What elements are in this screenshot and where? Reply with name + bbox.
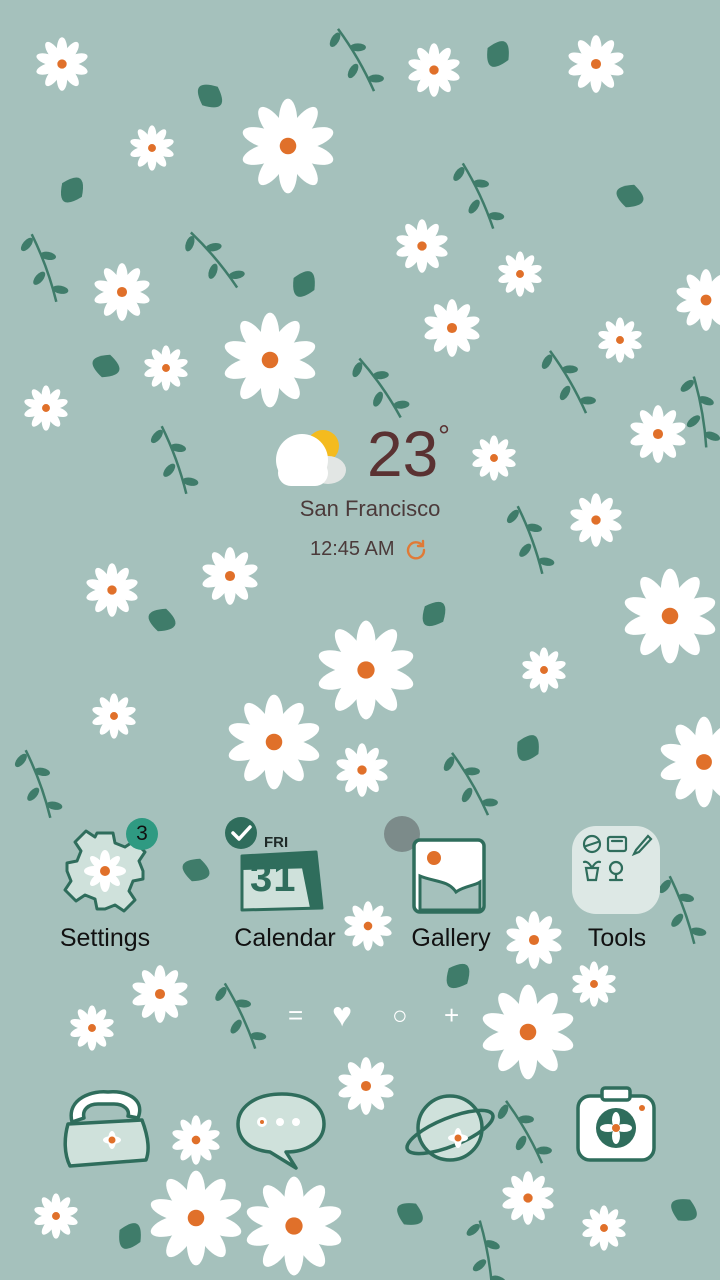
daisy [522, 647, 566, 693]
daisy [246, 1176, 342, 1276]
pager-add-icon[interactable]: + [444, 1000, 459, 1031]
gallery-icon [412, 838, 486, 914]
app-label-settings: Settings [59, 924, 151, 952]
leaf [616, 184, 644, 208]
daisy [424, 299, 480, 357]
daisy [172, 1115, 220, 1165]
daisy [94, 263, 150, 321]
leaf [397, 1203, 423, 1225]
daisy [624, 568, 716, 664]
sprig [14, 749, 63, 819]
daisy [92, 693, 136, 739]
app-tools-folder[interactable]: Tools [534, 826, 694, 968]
page-indicator[interactable]: = ♥ ○ + [280, 996, 480, 1044]
calendar-day: FRI [264, 834, 289, 851]
leaf [61, 177, 83, 203]
daisy [86, 563, 138, 617]
daisy [338, 1057, 394, 1115]
pager-menu-icon[interactable]: = [288, 1000, 303, 1031]
folder-icon [572, 826, 660, 914]
daisy [498, 251, 542, 297]
leaf [517, 735, 539, 761]
app-gallery[interactable]: Gallery [368, 828, 528, 968]
daisy [396, 219, 448, 273]
daisy [144, 345, 188, 391]
app-label-gallery: Gallery [411, 924, 491, 952]
leaf [487, 41, 509, 67]
daisy [228, 694, 320, 790]
app-label-tools: Tools [587, 924, 647, 952]
app-calendar[interactable]: FRI 31 Calendar [202, 817, 362, 968]
message-bubble-icon[interactable] [232, 1088, 332, 1172]
app-label-calendar: Calendar [234, 924, 336, 952]
daisy [598, 317, 642, 363]
weather-widget[interactable]: 23 ° San Francisco 12:45 AM [0, 410, 720, 570]
temperature-unit: ° [438, 420, 450, 453]
sprig [497, 1100, 552, 1164]
pager-heart-icon[interactable]: ♥ [332, 996, 352, 1035]
leaf [422, 602, 446, 626]
daisy [318, 620, 414, 720]
checkmark-icon [225, 817, 257, 849]
folder-preview-icons [582, 834, 653, 882]
leaf [671, 1199, 697, 1221]
partly-sunny-icon [276, 430, 346, 486]
pager-circle-icon[interactable]: ○ [392, 1000, 408, 1031]
sprig [215, 982, 267, 1050]
daisy [132, 965, 188, 1023]
daisy [482, 984, 574, 1080]
calendar-date: 31 [250, 856, 297, 900]
daisy [572, 961, 616, 1007]
phone-icon[interactable] [54, 1086, 154, 1170]
leaf [92, 354, 120, 378]
weather-time-row: 12:45 AM [310, 538, 427, 561]
daisy [150, 1170, 242, 1266]
daisy [582, 1205, 626, 1251]
refresh-icon[interactable] [405, 539, 427, 561]
sprig [443, 752, 498, 816]
daisy [408, 43, 460, 97]
daisy [70, 1005, 114, 1051]
daisy [130, 125, 174, 171]
sprig [20, 233, 69, 303]
leaf [293, 271, 315, 297]
leaf [148, 608, 176, 632]
daisy [34, 1193, 78, 1239]
temperature: 23 [367, 418, 439, 490]
weather-time: 12:45 AM [310, 538, 395, 560]
leaf [119, 1223, 141, 1249]
daisy [502, 1171, 554, 1225]
daisy [568, 35, 624, 93]
sprig [466, 1220, 507, 1280]
daisy [36, 37, 88, 91]
daisy [224, 312, 316, 408]
daisy [242, 98, 334, 194]
sprig [185, 231, 245, 289]
planet-icon[interactable] [400, 1086, 500, 1170]
leaf [198, 84, 222, 108]
daisy [660, 716, 720, 808]
weather-city: San Francisco [299, 496, 441, 521]
sprig [329, 28, 384, 92]
camera-icon[interactable] [566, 1084, 666, 1168]
daisy [336, 743, 388, 797]
sprig [453, 162, 505, 230]
daisy [676, 269, 720, 331]
app-settings[interactable]: 3 Settings [22, 818, 182, 968]
notification-badge: 3 [126, 818, 158, 850]
